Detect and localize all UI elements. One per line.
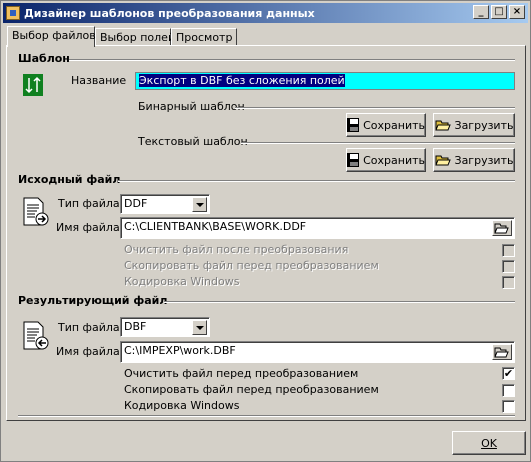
text-load-button[interactable]: Загрузить xyxy=(433,148,515,172)
binary-load-label: Загрузить xyxy=(454,118,514,132)
tab-preview-label: Просмотр xyxy=(176,31,233,44)
divider xyxy=(18,415,515,417)
dialog-window: Дизайнер шаблонов преобразования данных … xyxy=(0,0,531,462)
source-encoding-checkbox[interactable] xyxy=(502,276,515,289)
source-type-label: Тип файла xyxy=(58,197,120,210)
result-name-label: Имя файла xyxy=(56,345,120,358)
result-file-icon xyxy=(23,321,49,350)
close-button[interactable]: × xyxy=(509,5,525,19)
browse-button[interactable] xyxy=(492,344,512,360)
source-file-icon xyxy=(23,197,49,226)
text-template-label: Текстовый шаблон xyxy=(138,135,248,148)
binary-save-button[interactable]: Сохранить xyxy=(346,113,426,137)
result-name-input[interactable]: C:\IMPEXP\work.DBF xyxy=(120,341,515,363)
ok-label: OK xyxy=(481,436,497,450)
source-name-input[interactable]: C:\CLIENTBANK\BASE\WORK.DDF xyxy=(120,217,515,239)
open-folder-icon xyxy=(494,223,509,234)
source-copy-checkbox[interactable] xyxy=(502,260,515,273)
template-icon xyxy=(23,74,43,96)
template-name-label: Название xyxy=(71,74,127,87)
tab-file-select[interactable]: Выбор файлов xyxy=(7,26,96,47)
result-option-clear: Очистить файл перед преобразованием xyxy=(124,367,359,380)
ok-button[interactable]: OK xyxy=(452,431,526,455)
minimize-button[interactable]: _ xyxy=(473,5,489,19)
chevron-down-icon[interactable] xyxy=(192,197,207,212)
result-type-value: DBF xyxy=(124,320,147,333)
floppy-disk-icon xyxy=(347,153,360,167)
divider xyxy=(69,59,515,61)
divider xyxy=(235,107,515,109)
tab-field-select[interactable]: Выбор полей xyxy=(95,28,175,46)
floppy-disk-icon xyxy=(347,118,360,132)
browse-button[interactable] xyxy=(492,220,512,236)
source-type-select[interactable]: DDF xyxy=(120,194,210,214)
open-folder-icon xyxy=(434,155,451,166)
chevron-down-icon[interactable] xyxy=(192,320,207,335)
result-copy-checkbox[interactable] xyxy=(502,384,515,397)
text-load-label: Загрузить xyxy=(454,153,514,167)
source-option-copy: Скопировать файл перед преобразованием xyxy=(124,259,379,272)
result-section-heading: Результирующий файл xyxy=(18,294,168,307)
source-name-label: Имя файла xyxy=(56,221,120,234)
result-type-label: Тип файла xyxy=(58,321,120,334)
binary-load-button[interactable]: Загрузить xyxy=(433,113,515,137)
window-title: Дизайнер шаблонов преобразования данных xyxy=(24,6,315,20)
tab-file-select-label: Выбор файлов xyxy=(12,29,96,42)
binary-save-label: Сохранить xyxy=(363,118,425,132)
source-section-heading: Исходный файл xyxy=(18,173,121,186)
result-option-copy: Скопировать файл перед преобразованием xyxy=(124,383,379,396)
divider xyxy=(118,180,515,182)
source-name-value: C:\CLIENTBANK\BASE\WORK.DDF xyxy=(124,220,307,233)
title-bar: Дизайнер шаблонов преобразования данных … xyxy=(3,3,528,23)
result-name-value: C:\IMPEXP\work.DBF xyxy=(124,344,236,357)
divider xyxy=(164,301,515,303)
result-encoding-checkbox[interactable] xyxy=(502,400,515,413)
tab-preview[interactable]: Просмотр xyxy=(171,28,237,46)
template-section-heading: Шаблон xyxy=(18,52,70,65)
tab-field-select-label: Выбор полей xyxy=(100,31,176,44)
binary-template-label: Бинарный шаблон xyxy=(138,100,245,113)
open-folder-icon xyxy=(494,347,509,358)
source-clear-checkbox[interactable] xyxy=(502,244,515,257)
text-save-button[interactable]: Сохранить xyxy=(346,148,426,172)
app-icon xyxy=(6,6,20,20)
result-clear-checkbox[interactable]: ✔ xyxy=(502,367,515,380)
maximize-button[interactable]: □ xyxy=(491,5,507,19)
source-option-clear: Очистить файл после преобразования xyxy=(124,243,349,256)
result-type-select[interactable]: DBF xyxy=(120,317,210,337)
text-save-label: Сохранить xyxy=(363,153,425,167)
template-name-value: Экспорт в DBF без сложения полей xyxy=(139,74,345,87)
open-folder-icon xyxy=(434,120,451,131)
divider xyxy=(241,142,515,144)
result-option-encoding: Кодировка Windows xyxy=(124,399,240,412)
source-type-value: DDF xyxy=(124,197,148,210)
template-name-input[interactable]: Экспорт в DBF без сложения полей xyxy=(135,72,515,90)
source-option-encoding: Кодировка Windows xyxy=(124,275,240,288)
